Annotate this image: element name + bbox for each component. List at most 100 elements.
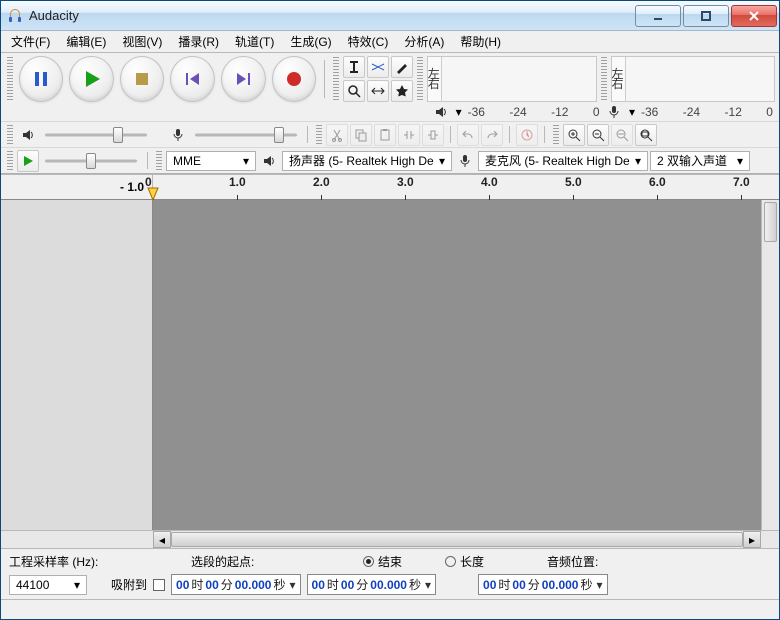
skip-start-button[interactable] (170, 56, 215, 102)
fit-project-button[interactable] (635, 124, 657, 146)
play-at-speed-button[interactable] (17, 150, 39, 172)
end-label: 结束 (378, 553, 402, 570)
separator (450, 126, 451, 143)
meter-tick: 0 (766, 105, 773, 119)
meter-tick: -12 (725, 105, 742, 119)
envelope-tool[interactable] (367, 56, 389, 78)
playback-meter[interactable]: 左右 (427, 56, 597, 102)
multi-tool[interactable] (391, 80, 413, 102)
pause-button[interactable] (19, 56, 64, 102)
sync-lock-button[interactable] (516, 124, 538, 146)
maximize-button[interactable] (683, 5, 729, 27)
output-device-value: 扬声器 (5- Realtek High De (289, 152, 434, 169)
vertical-scrollbar[interactable] (761, 200, 779, 530)
menu-effect[interactable]: 特效(C) (340, 31, 397, 52)
timeline-ruler[interactable]: - 1.0 0 1.0 2.0 3.0 4.0 5.0 6.0 7.0 (1, 174, 779, 200)
play-button[interactable] (69, 56, 114, 102)
speaker-icon[interactable] (430, 101, 451, 123)
menu-help[interactable]: 帮助(H) (452, 31, 509, 52)
length-label: 长度 (460, 553, 484, 570)
output-device-combo[interactable]: 扬声器 (5- Realtek High De▾ (282, 151, 452, 171)
playhead-icon[interactable] (147, 187, 159, 201)
audio-host-combo[interactable]: MME▾ (166, 151, 256, 171)
zoom-out-button[interactable] (587, 124, 609, 146)
zoom-tool[interactable] (343, 80, 365, 102)
snap-to-checkbox[interactable] (153, 579, 165, 591)
copy-button[interactable] (350, 124, 372, 146)
ruler-tick: 7.0 (733, 175, 750, 189)
window-title: Audacity (29, 8, 633, 23)
ruler-tick: 5.0 (565, 175, 582, 189)
zoom-in-button[interactable] (563, 124, 585, 146)
recording-meter[interactable]: 左右 (611, 56, 775, 102)
toolbar-grip[interactable] (7, 57, 13, 100)
timeshift-tool[interactable] (367, 80, 389, 102)
input-channels-combo[interactable]: 2 双输入声道▾ (650, 151, 750, 171)
app-icon (7, 8, 23, 24)
selection-start-time[interactable]: 00时 00分 00.000秒 ▾ (171, 574, 301, 595)
toolbar-grip[interactable] (7, 151, 13, 170)
length-radio[interactable] (445, 556, 456, 567)
cut-button[interactable] (326, 124, 348, 146)
menu-generate[interactable]: 生成(G) (282, 31, 339, 52)
toolbar-grip[interactable] (417, 57, 423, 100)
track-canvas[interactable] (153, 200, 761, 530)
menu-view[interactable]: 视图(V) (114, 31, 170, 52)
playback-speed-slider[interactable] (41, 152, 141, 170)
stop-button[interactable] (120, 56, 165, 102)
track-area[interactable] (1, 200, 779, 530)
menu-analyze[interactable]: 分析(A) (396, 31, 452, 52)
fit-selection-button[interactable] (611, 124, 633, 146)
input-device-value: 麦克风 (5- Realtek High De (485, 152, 630, 169)
horizontal-scrollbar[interactable]: ◂ ▸ (153, 531, 761, 548)
status-bar (1, 599, 779, 619)
ruler-tick: 1.0 (229, 175, 246, 189)
toolbar-grip[interactable] (333, 57, 339, 100)
selection-end-time[interactable]: 00时 00分 00.000秒 ▾ (307, 574, 437, 595)
project-rate-combo[interactable]: 44100▾ (9, 575, 87, 595)
selection-toolbar: 工程采样率 (Hz): 选段的起点: 结束 长度 音频位置: 44100▾ 吸附… (1, 548, 779, 599)
meter-lr-label: 左右 (428, 69, 441, 89)
meter-tick: 0 (593, 105, 600, 119)
toolbar-grip[interactable] (601, 57, 607, 100)
minimize-button[interactable] (635, 5, 681, 27)
undo-button[interactable] (457, 124, 479, 146)
audio-host-value: MME (173, 154, 201, 168)
menu-file[interactable]: 文件(F) (3, 31, 58, 52)
audio-position-time[interactable]: 00时 00分 00.000秒 ▾ (478, 574, 608, 595)
meter-tick: -12 (551, 105, 568, 119)
mic-icon (167, 124, 189, 146)
speaker-icon (17, 124, 39, 146)
menu-edit[interactable]: 编辑(E) (58, 31, 114, 52)
trim-button[interactable] (398, 124, 420, 146)
close-button[interactable] (731, 5, 777, 27)
toolbar-grip[interactable] (316, 125, 322, 144)
paste-button[interactable] (374, 124, 396, 146)
selection-tool[interactable] (343, 56, 365, 78)
end-radio[interactable] (363, 556, 374, 567)
redo-button[interactable] (481, 124, 503, 146)
skip-end-button[interactable] (221, 56, 266, 102)
separator (544, 126, 545, 143)
meter-lr-label: 左右 (612, 69, 625, 89)
mic-icon (454, 150, 476, 172)
draw-tool[interactable] (391, 56, 413, 78)
silence-button[interactable] (422, 124, 444, 146)
toolbar-grip[interactable] (156, 151, 162, 170)
record-button[interactable] (272, 56, 317, 102)
titlebar: Audacity (1, 1, 779, 31)
ruler-tick: 2.0 (313, 175, 330, 189)
playback-volume-slider[interactable] (41, 126, 151, 144)
ruler-tick: 3.0 (397, 175, 414, 189)
toolbar-grip[interactable] (553, 125, 559, 144)
separator (307, 126, 308, 143)
input-device-combo[interactable]: 麦克风 (5- Realtek High De▾ (478, 151, 648, 171)
separator (147, 152, 148, 169)
menu-transport[interactable]: 播录(R) (170, 31, 227, 52)
mic-icon[interactable] (604, 101, 625, 123)
menu-tracks[interactable]: 轨道(T) (227, 31, 282, 52)
toolbar-grip[interactable] (7, 125, 13, 144)
meter-tick: -24 (509, 105, 526, 119)
separator (324, 60, 325, 98)
recording-volume-slider[interactable] (191, 126, 301, 144)
